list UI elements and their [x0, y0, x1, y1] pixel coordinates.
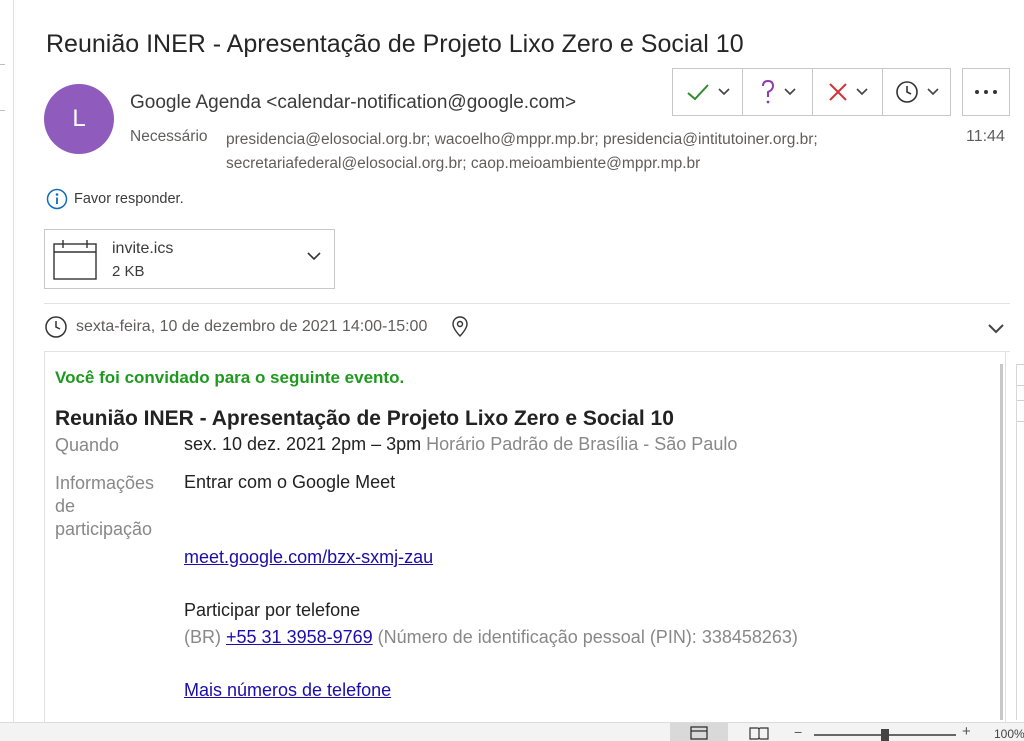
attachment-card[interactable]: invite.ics 2 KB: [44, 229, 335, 289]
notice-text: Favor responder.: [74, 191, 184, 207]
tentative-icon: [761, 79, 774, 104]
chevron-down-icon: [855, 88, 868, 96]
recipients-list[interactable]: presidencia@elosocial.org.br; wacoelho@m…: [226, 128, 926, 176]
when-label: Quando: [55, 435, 120, 455]
normal-view-button[interactable]: [670, 723, 728, 741]
status-bar: − + 100%: [0, 722, 1024, 741]
tentative-button[interactable]: [743, 69, 813, 115]
more-numbers[interactable]: Mais números de telefone: [184, 680, 391, 701]
phone-number-link[interactable]: +55 31 3958-9769: [226, 627, 373, 647]
event-summary-row: sexta-feira, 10 de dezembro de 2021 14:0…: [44, 315, 469, 339]
expand-chevron-icon[interactable]: [988, 324, 1004, 334]
event-title: Reunião INER - Apresentação de Projeto L…: [55, 407, 674, 430]
join-info-label-line: Informações: [55, 473, 155, 493]
when-date: sex. 10 dez. 2021 2pm – 3pm: [184, 434, 422, 454]
divider: [44, 303, 1010, 304]
join-info-label: Informações de participação: [55, 472, 154, 541]
zoom-in-button[interactable]: +: [962, 724, 971, 739]
join-info-label-line: participação: [55, 519, 153, 539]
avatar[interactable]: L: [44, 84, 114, 154]
calendar-file-icon: [53, 240, 97, 280]
accept-icon: [686, 84, 709, 101]
event-datetime: sexta-feira, 10 de dezembro de 2021 14:0…: [76, 318, 428, 335]
attachment-size: 2 KB: [112, 263, 145, 280]
normal-view-icon: [690, 725, 708, 740]
response-button-group: [672, 68, 951, 116]
decline-button[interactable]: [813, 69, 883, 115]
accept-button[interactable]: [673, 69, 743, 115]
location-pin-icon: [452, 316, 469, 337]
propose-time-icon: [895, 81, 918, 103]
phone-row: (BR) +55 31 3958-9769 (Número de identif…: [184, 627, 798, 648]
scroll-thumb[interactable]: [1017, 400, 1024, 422]
zoom-out-button[interactable]: −: [794, 725, 802, 739]
scroll-up-arrow[interactable]: [1017, 364, 1024, 386]
more-actions-button[interactable]: [962, 68, 1010, 116]
reading-view-button[interactable]: [744, 723, 774, 741]
clock-icon: [45, 316, 67, 338]
attachment-name: invite.ics: [112, 240, 174, 257]
reading-view-icon: [749, 726, 769, 740]
chevron-down-icon: [783, 88, 796, 96]
left-pane-edge: [0, 0, 14, 741]
phone-pin: (Número de identificação pessoal (PIN): …: [377, 627, 798, 647]
body-scrollbar[interactable]: [1000, 364, 1003, 720]
meet-link[interactable]: meet.google.com/bzx-sxmj-zau: [184, 547, 433, 568]
zoom-level[interactable]: 100%: [994, 727, 1024, 741]
phone-heading: Participar por telefone: [184, 600, 361, 620]
zoom-slider-thumb[interactable]: [881, 729, 889, 741]
chevron-down-icon: [717, 88, 730, 96]
email-subject: Reunião INER - Apresentação de Projeto L…: [46, 30, 744, 58]
propose-time-button[interactable]: [883, 69, 950, 115]
more-icon: [975, 90, 997, 94]
sender-name[interactable]: Google Agenda <calendar-notification@goo…: [130, 92, 576, 114]
response-notice: Favor responder.: [46, 188, 184, 210]
invited-message: Você foi convidado para o seguinte event…: [55, 368, 405, 387]
decline-icon: [828, 83, 847, 101]
pane-edge-mark: [0, 64, 5, 65]
timezone: Horário Padrão de Brasília - São Paulo: [426, 434, 738, 454]
meet-link-text[interactable]: meet.google.com/bzx-sxmj-zau: [184, 547, 433, 567]
join-info-label-line: de: [55, 496, 76, 516]
required-label: Necessário: [130, 128, 208, 145]
pane-edge-mark: [0, 110, 5, 111]
when-value: sex. 10 dez. 2021 2pm – 3pm Horário Padr…: [184, 434, 737, 455]
chevron-down-icon: [926, 88, 939, 96]
received-time: 11:44: [966, 128, 1005, 145]
meet-text: Entrar com o Google Meet: [184, 472, 396, 492]
reading-pane-scrollbar[interactable]: [1016, 364, 1024, 720]
more-numbers-link[interactable]: Mais números de telefone: [184, 680, 391, 700]
chevron-down-icon[interactable]: [307, 252, 321, 261]
phone-country: (BR): [184, 627, 221, 647]
info-icon: [46, 188, 68, 210]
